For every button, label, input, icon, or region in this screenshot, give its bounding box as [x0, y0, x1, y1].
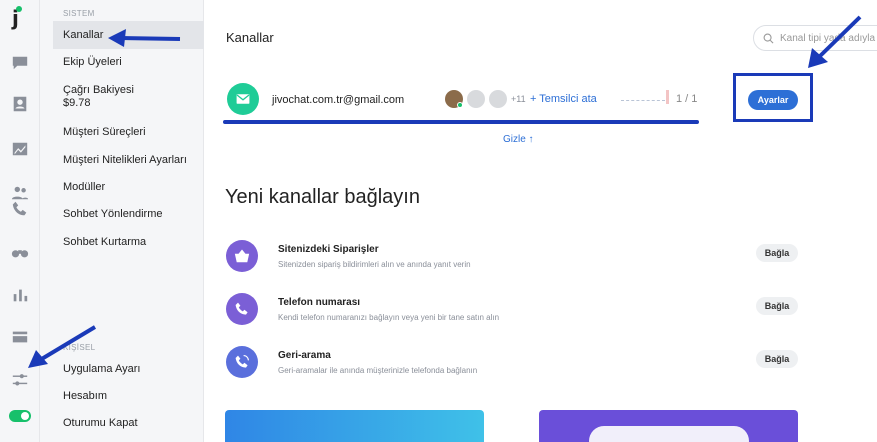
chat-icon[interactable] — [10, 53, 30, 73]
search-input[interactable]: Kanal tipi yada adıyla — [753, 25, 877, 51]
promo-card-inner — [589, 426, 749, 442]
page-title: Kanallar — [226, 30, 274, 45]
assign-agent-link[interactable]: + Temsilci ata — [530, 93, 597, 105]
sidebar-item-label: Oturumu Kapat — [63, 417, 138, 429]
sidebar-item-modules[interactable]: Modüller — [53, 181, 204, 194]
sidebar-item-customer-processes[interactable]: Müşteri Süreçleri — [53, 126, 204, 139]
settings-sidebar: SISTEM Kanallar Ekip Üyeleri Çağrı Bakiy… — [40, 0, 204, 442]
sidebar-item-label: Sohbet Yönlendirme — [63, 208, 163, 220]
settings-button[interactable]: Ayarlar — [748, 90, 798, 110]
more-agents-count: +11 — [511, 94, 526, 104]
email-channel-icon — [227, 83, 259, 115]
sidebar-item-label: Sohbet Kurtarma — [63, 236, 147, 248]
sidebar-item-label: Müşteri Süreçleri — [63, 126, 146, 138]
icon-rail: j — [0, 0, 40, 442]
integration-desc: Kendi telefon numaranızı bağlayın veya y… — [278, 313, 500, 322]
sidebar-item-app-settings[interactable]: Uygulama Ayarı — [53, 363, 204, 376]
binoculars-icon[interactable] — [10, 242, 30, 262]
analytics-icon[interactable] — [10, 139, 30, 159]
contacts-icon[interactable] — [10, 94, 30, 114]
sidebar-item-channels[interactable]: Kanallar — [53, 21, 204, 49]
sidebar-item-label: Ekip Üyeleri — [63, 56, 122, 68]
integration-title: Sitenizdeki Siparişler — [278, 244, 379, 255]
sidebar-item-customer-attributes[interactable]: Müşteri Nitelikleri Ayarları — [53, 154, 204, 167]
logo-dot — [16, 6, 22, 12]
avatar — [467, 90, 485, 108]
hide-link[interactable]: Gizle ↑ — [503, 134, 534, 145]
main-content: Kanallar Kanal tipi yada adıyla jivochat… — [205, 0, 877, 442]
usage-bar — [621, 100, 665, 101]
basket-icon — [226, 240, 258, 272]
channel-name: jivochat.com.tr@gmail.com — [272, 94, 405, 106]
section-title-system: SISTEM — [63, 9, 95, 18]
connect-button[interactable]: Bağla — [756, 297, 798, 315]
online-toggle[interactable] — [9, 410, 31, 422]
connect-button[interactable]: Bağla — [756, 244, 798, 262]
promo-card-blue[interactable] — [225, 410, 484, 442]
sidebar-item-label: Kanallar — [63, 29, 104, 41]
billing-icon[interactable] — [10, 327, 30, 347]
section-title-personal: KİŞİSEL — [63, 343, 96, 352]
integration-title: Geri-arama — [278, 350, 331, 361]
integration-orders: Sitenizdeki Siparişler Sitenizden sipari… — [225, 240, 805, 280]
usage-indicator — [666, 90, 669, 104]
sidebar-item-call-balance[interactable]: Çağrı Bakiyesi $9.78 — [53, 84, 204, 110]
connect-heading: Yeni kanallar bağlayın — [225, 186, 420, 208]
phone-icon[interactable] — [10, 199, 30, 219]
integration-desc: Geri-aramalar ile anında müşterinizle te… — [278, 366, 478, 375]
integration-desc: Sitenizden sipariş bildirimleri alın ve … — [278, 260, 471, 269]
connect-button[interactable]: Bağla — [756, 350, 798, 368]
avatar — [489, 90, 507, 108]
settings-sliders-icon[interactable] — [10, 370, 30, 390]
promo-card-purple[interactable] — [539, 410, 798, 442]
call-balance-value: $9.78 — [63, 97, 91, 109]
search-placeholder: Kanal tipi yada adıyla — [780, 32, 876, 44]
integration-callback: Geri-arama Geri-aramalar ile anında müşt… — [225, 346, 805, 386]
sidebar-item-label: Uygulama Ayarı — [63, 363, 141, 375]
sidebar-item-chat-routing[interactable]: Sohbet Yönlendirme — [53, 208, 204, 221]
integration-phone: Telefon numarası Kendi telefon numaranız… — [225, 293, 805, 333]
agent-count: 1 / 1 — [676, 93, 698, 105]
sidebar-item-logout[interactable]: Oturumu Kapat — [53, 417, 204, 430]
search-icon — [763, 33, 774, 44]
sidebar-item-label: Hesabım — [63, 390, 108, 402]
callback-icon — [226, 346, 258, 378]
integration-title: Telefon numarası — [278, 297, 361, 308]
sidebar-item-label: Müşteri Nitelikleri Ayarları — [63, 154, 187, 166]
sidebar-item-label: Modüller — [63, 181, 106, 193]
sidebar-item-team[interactable]: Ekip Üyeleri — [53, 56, 204, 69]
sidebar-item-label: Çağrı Bakiyesi — [63, 84, 134, 96]
channel-row[interactable]: jivochat.com.tr@gmail.com +11 + Temsilci… — [225, 80, 725, 120]
sidebar-item-chat-recovery[interactable]: Sohbet Kurtarma — [53, 236, 204, 249]
online-status-dot — [457, 102, 463, 108]
annotation-underline — [223, 120, 699, 124]
phone-icon — [226, 293, 258, 325]
sidebar-item-my-account[interactable]: Hesabım — [53, 390, 204, 403]
reports-icon[interactable] — [10, 285, 30, 305]
